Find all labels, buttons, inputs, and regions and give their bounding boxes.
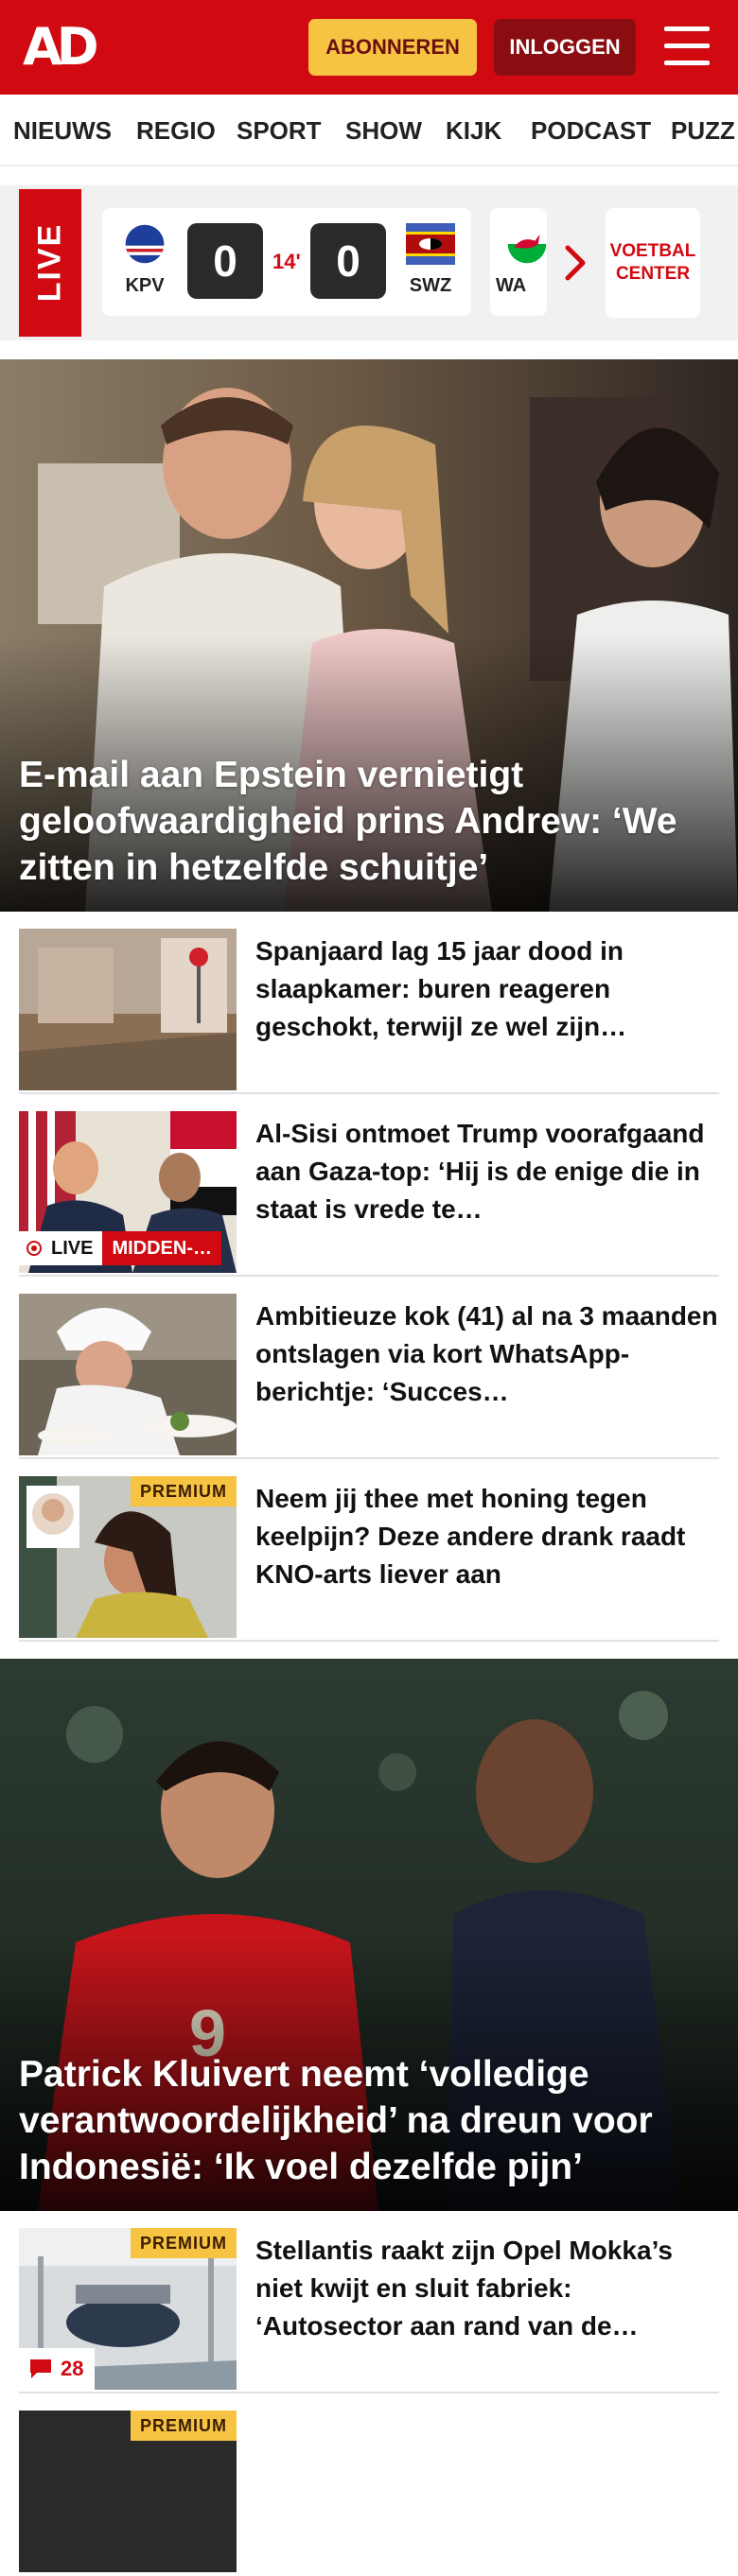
section-nav: NIEUWS REGIO SPORT SHOW KIJK PODCAST PUZ… — [0, 95, 738, 166]
article-thumbnail — [19, 1294, 237, 1455]
next-match-card[interactable]: WA — [490, 208, 547, 316]
comment-icon — [30, 2359, 51, 2378]
match-minute: 14' — [272, 250, 301, 273]
wales-flag-icon — [507, 224, 547, 264]
article-thumbnail: PREMIUM — [19, 1476, 237, 1638]
hero-title[interactable]: Patrick Kluivert neemt ‘volledige verant… — [19, 2051, 719, 2190]
premium-badge: PREMIUM — [131, 2411, 237, 2441]
article-title[interactable]: Spanjaard lag 15 jaar dood in slaapkamer… — [255, 932, 719, 1046]
subscribe-button[interactable]: ABONNEREN — [308, 19, 477, 76]
eswatini-flag-icon — [406, 223, 455, 265]
article-row[interactable]: LIVE MIDDEN-… Al-Sisi ontmoet Trump voor… — [19, 1094, 719, 1277]
away-score: 0 — [310, 223, 386, 299]
chevron-right-icon[interactable] — [558, 242, 592, 284]
voetbal-center-link[interactable]: VOETBAL CENTER — [606, 208, 700, 318]
live-label: LIVE — [19, 189, 81, 337]
article-thumbnail — [19, 929, 237, 1090]
premium-badge: PREMIUM — [131, 1476, 237, 1506]
login-button[interactable]: INLOGGEN — [494, 19, 636, 76]
article-thumbnail: PREMIUM 28 — [19, 2228, 237, 2390]
article-row[interactable]: Ambitieuze kok (41) al na 3 maanden onts… — [19, 1277, 719, 1459]
nav-item-kijk[interactable]: KIJK — [446, 95, 501, 165]
article-row[interactable]: PREMIUM Neem jij thee met honing tegen k… — [19, 1459, 719, 1642]
home-score: 0 — [187, 223, 263, 299]
article-thumbnail: PREMIUM — [19, 2411, 237, 2572]
nav-item-nieuws[interactable]: NIEUWS — [13, 95, 112, 165]
live-dot-icon — [26, 1241, 42, 1256]
hero-article[interactable]: 9 Patrick Kluivert neemt ‘volledige vera… — [0, 1659, 738, 2211]
nav-item-puzzel[interactable]: PUZZ — [671, 95, 735, 165]
nav-item-podcast[interactable]: PODCAST — [531, 95, 651, 165]
home-team: KPV — [112, 223, 178, 297]
article-row[interactable]: PREMIUM 28 Stellantis raakt zijn Opel Mo… — [19, 2211, 719, 2393]
article-title[interactable]: Neem jij thee met honing tegen keelpijn?… — [255, 1480, 719, 1593]
match-card[interactable]: KPV 0 14' 0 SWZ — [102, 208, 471, 316]
hamburger-menu-icon[interactable] — [662, 25, 712, 68]
article-row[interactable]: Spanjaard lag 15 jaar dood in slaapkamer… — [19, 912, 719, 1094]
premium-badge: PREMIUM — [131, 2228, 237, 2258]
top-header: AD ABONNEREN INLOGGEN — [0, 0, 738, 95]
article-title[interactable]: Al-Sisi ontmoet Trump vooraf­gaand aan G… — [255, 1115, 719, 1228]
article-title[interactable]: Ambitieuze kok (41) al na 3 maanden onts… — [255, 1297, 719, 1411]
cape-verde-flag-icon — [125, 224, 165, 264]
live-scores-strip: LIVE KPV 0 14' 0 SWZ WA VOETBAL CENTER — [0, 185, 738, 340]
hero-article[interactable]: E-mail aan Epstein vernietigt geloofwaar… — [0, 359, 738, 912]
ad-logo[interactable]: AD — [23, 21, 110, 74]
hero-title[interactable]: E-mail aan Epstein vernietigt geloofwaar… — [19, 752, 719, 891]
comment-count-badge[interactable]: 28 — [19, 2348, 96, 2390]
live-badge: LIVE MIDDEN-… — [19, 1231, 221, 1265]
article-title[interactable]: Stellantis raakt zijn Opel Mokka’s niet … — [255, 2232, 719, 2345]
nav-item-sport[interactable]: SPORT — [237, 95, 322, 165]
nav-item-show[interactable]: SHOW — [345, 95, 422, 165]
nav-item-regio[interactable]: REGIO — [136, 95, 216, 165]
away-team: SWZ — [397, 223, 464, 297]
